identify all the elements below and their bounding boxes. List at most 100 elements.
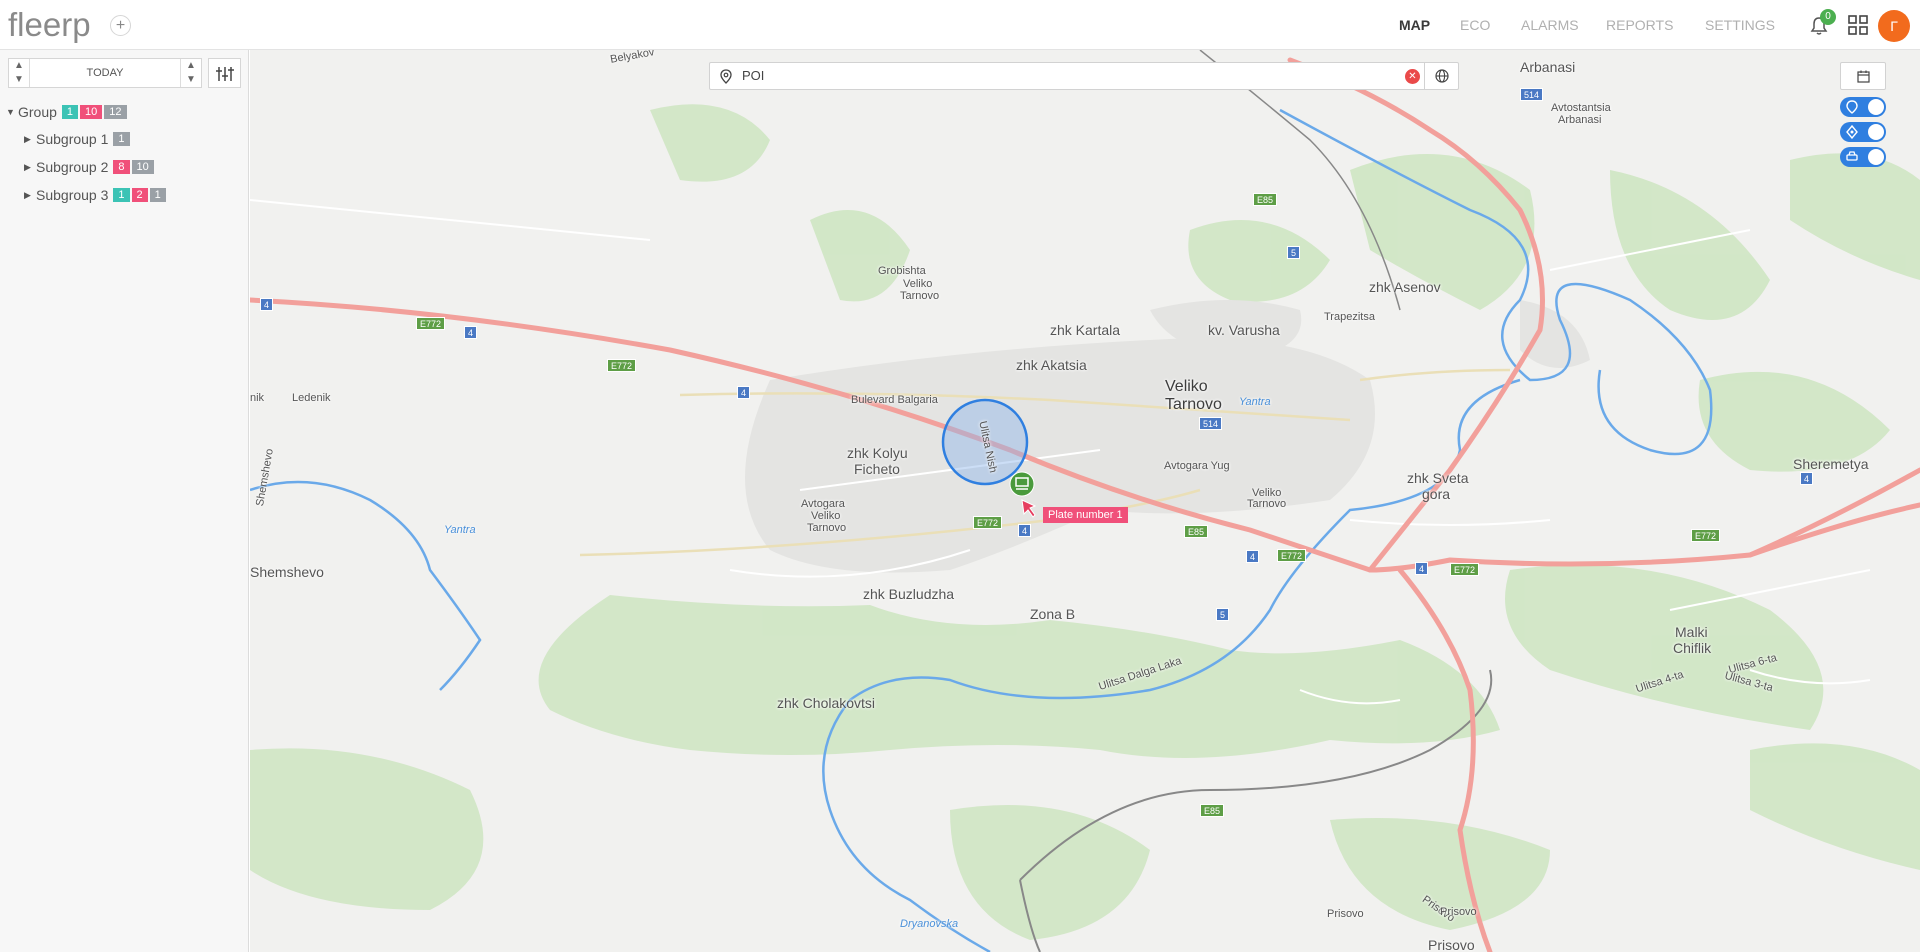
road-shield: E772 bbox=[1450, 563, 1480, 576]
map-label: gora bbox=[1422, 486, 1451, 502]
user-avatar[interactable]: Г bbox=[1878, 10, 1910, 42]
filter-settings-button[interactable] bbox=[208, 58, 241, 88]
add-button[interactable]: + bbox=[110, 15, 131, 36]
toggle-knob bbox=[1868, 124, 1884, 140]
road-shield: 4 bbox=[737, 386, 751, 399]
map-label: Yantra bbox=[1239, 396, 1271, 408]
nav-settings[interactable]: SETTINGS bbox=[1705, 17, 1775, 33]
apps-grid-icon[interactable] bbox=[1848, 15, 1868, 35]
tree-subgroup-label[interactable]: Subgroup 1 bbox=[36, 131, 108, 147]
map-label: Veliko bbox=[811, 510, 841, 522]
toggle-knob bbox=[1868, 99, 1884, 115]
status-badge: 1 bbox=[113, 188, 130, 202]
road-shield: E772 bbox=[1277, 549, 1307, 562]
tree-group-label[interactable]: Group bbox=[18, 104, 57, 120]
road-shield: 514 bbox=[1199, 417, 1223, 430]
road-shield: 4 bbox=[1415, 562, 1429, 575]
map-label: Tarnovo bbox=[1247, 498, 1287, 510]
map-label: Prisovo bbox=[1327, 908, 1364, 920]
road-shield: E772 bbox=[416, 317, 446, 330]
divider bbox=[180, 59, 181, 87]
tree-group[interactable]: ▼ Group 1 10 12 bbox=[6, 102, 127, 122]
map-label: Tarnovo bbox=[807, 522, 847, 534]
road-shield: 5 bbox=[1216, 608, 1230, 621]
map-label: Arbanasi bbox=[1520, 59, 1576, 75]
map-label: Ledenik bbox=[292, 392, 331, 404]
map-label: Prisovo bbox=[1428, 937, 1475, 952]
map-label: Trapezitsa bbox=[1324, 311, 1375, 323]
globe-button[interactable] bbox=[1424, 63, 1458, 89]
calendar-icon bbox=[1857, 70, 1870, 83]
road-shield: E772 bbox=[973, 516, 1003, 529]
road-shield: 4 bbox=[1800, 472, 1814, 485]
map-label: zhk Cholakovtsi bbox=[777, 695, 876, 711]
clear-icon[interactable]: ✕ bbox=[1405, 69, 1420, 84]
map-label: Veliko bbox=[1165, 378, 1208, 395]
map-label: kv. Varusha bbox=[1208, 322, 1280, 338]
map-label: Avtogara bbox=[801, 498, 845, 510]
road-shield: E85 bbox=[1253, 193, 1278, 206]
status-badge: 2 bbox=[131, 188, 148, 202]
caret-right-icon[interactable]: ▶ bbox=[24, 190, 36, 201]
caret-right-icon[interactable]: ▶ bbox=[24, 134, 36, 145]
status-badge: 12 bbox=[104, 105, 127, 119]
sliders-icon bbox=[216, 67, 234, 81]
nav-alarms[interactable]: ALARMS bbox=[1521, 17, 1579, 33]
map-label: Sheremetya bbox=[1793, 456, 1869, 472]
road-shield: 4 bbox=[1246, 550, 1260, 563]
tree-subgroup-2[interactable]: ▶ Subgroup 2 8 10 bbox=[24, 157, 154, 177]
road-shield: E85 bbox=[1184, 525, 1209, 538]
divider bbox=[29, 59, 30, 87]
road-shield: 5 bbox=[1287, 246, 1301, 259]
prev-up-arrow-icon[interactable]: ▲ bbox=[10, 59, 28, 73]
location-pin-icon bbox=[720, 69, 732, 84]
prev-down-arrow-icon[interactable]: ▼ bbox=[10, 73, 28, 87]
map-label: Zona B bbox=[1030, 606, 1076, 622]
road-shield: 4 bbox=[464, 326, 478, 339]
map-label: Prisovo bbox=[1440, 906, 1477, 918]
vehicle-layer-toggle[interactable] bbox=[1840, 147, 1886, 167]
road-shield: 514 bbox=[1520, 88, 1544, 101]
nav-reports[interactable]: REPORTS bbox=[1606, 17, 1673, 33]
next-up-arrow-icon[interactable]: ▲ bbox=[182, 59, 200, 73]
map-label: Yantra bbox=[444, 524, 476, 536]
map-label: zhk Sveta bbox=[1407, 470, 1469, 486]
map-label: zhk Asenov bbox=[1369, 279, 1441, 295]
caret-down-icon[interactable]: ▼ bbox=[6, 107, 18, 117]
map-label: zhk Akatsia bbox=[1016, 357, 1087, 373]
caret-right-icon[interactable]: ▶ bbox=[24, 162, 36, 173]
map-base-layer bbox=[250, 50, 1920, 952]
map-label: Bulevard Balgaria bbox=[851, 394, 938, 406]
road-shield: 4 bbox=[1018, 524, 1032, 537]
vehicle-plate-label[interactable]: Plate number 1 bbox=[1043, 507, 1128, 523]
tree-subgroup-label[interactable]: Subgroup 2 bbox=[36, 159, 108, 175]
tree-subgroup-label[interactable]: Subgroup 3 bbox=[36, 187, 108, 203]
map-label: zhk Kolyu bbox=[847, 445, 908, 461]
location-pin-icon bbox=[1846, 100, 1858, 114]
map-label: Grobishta bbox=[878, 265, 926, 277]
calendar-button[interactable] bbox=[1840, 62, 1886, 90]
status-badge: 8 bbox=[113, 160, 130, 174]
nav-eco[interactable]: ECO bbox=[1460, 17, 1490, 33]
map-canvas[interactable]: Veliko Tarnovo zhk Kartala kv. Varusha z… bbox=[250, 50, 1920, 952]
tree-subgroup-1[interactable]: ▶ Subgroup 1 1 bbox=[24, 129, 130, 149]
map-label: Avtogara Yug bbox=[1164, 460, 1230, 472]
poi-layer-toggle[interactable] bbox=[1840, 97, 1886, 117]
tree-subgroup-3[interactable]: ▶ Subgroup 3 1 2 1 bbox=[24, 185, 166, 205]
map-label: Shemshevo bbox=[250, 564, 324, 580]
next-down-arrow-icon[interactable]: ▼ bbox=[182, 73, 200, 87]
nav-map[interactable]: MAP bbox=[1399, 17, 1430, 33]
geofence-layer-toggle[interactable] bbox=[1840, 122, 1886, 142]
notification-count-badge: 0 bbox=[1820, 9, 1836, 25]
app-logo[interactable]: fleerp bbox=[8, 6, 91, 44]
map-label: Tarnovo bbox=[900, 290, 940, 302]
map-label: Chiflik bbox=[1673, 640, 1712, 656]
poi-search-bar[interactable]: POI ✕ bbox=[709, 62, 1459, 90]
map-label: Ficheto bbox=[854, 461, 900, 477]
poi-search-input[interactable]: POI bbox=[742, 63, 764, 89]
road-shield: E85 bbox=[1200, 804, 1225, 817]
status-badge: 1 bbox=[149, 188, 166, 202]
road-shield: E772 bbox=[607, 359, 637, 372]
date-label[interactable]: TODAY bbox=[31, 59, 179, 87]
map-label: zhk Kartala bbox=[1050, 322, 1121, 338]
